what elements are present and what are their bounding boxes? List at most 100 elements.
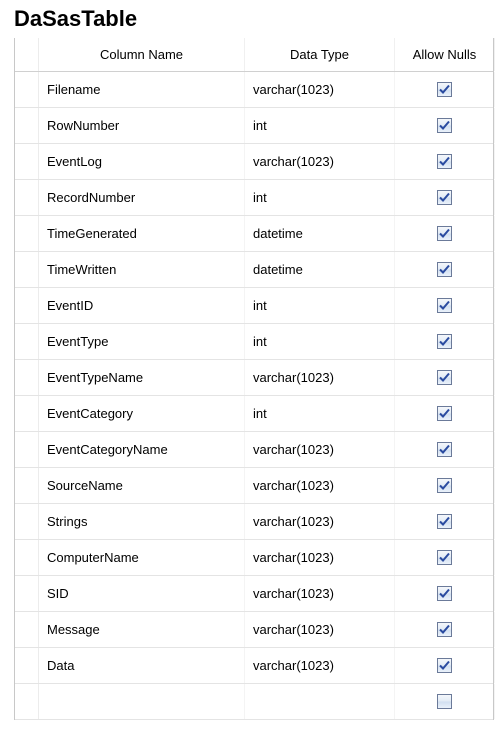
allow-nulls-cell[interactable] — [395, 144, 495, 179]
table-row[interactable]: SIDvarchar(1023) — [15, 576, 493, 612]
column-name-cell[interactable]: ComputerName — [39, 540, 245, 575]
allow-nulls-cell[interactable] — [395, 108, 495, 143]
column-name-cell[interactable]: EventID — [39, 288, 245, 323]
table-row[interactable]: EventCategoryint — [15, 396, 493, 432]
row-gutter[interactable] — [15, 540, 39, 575]
column-name-cell[interactable]: SourceName — [39, 468, 245, 503]
row-gutter[interactable] — [15, 72, 39, 107]
row-gutter[interactable] — [15, 144, 39, 179]
allow-nulls-checkbox[interactable] — [437, 514, 452, 529]
allow-nulls-checkbox[interactable] — [437, 118, 452, 133]
allow-nulls-checkbox[interactable] — [437, 226, 452, 241]
allow-nulls-checkbox[interactable] — [437, 442, 452, 457]
allow-nulls-checkbox[interactable] — [437, 334, 452, 349]
column-name-cell[interactable]: EventType — [39, 324, 245, 359]
row-gutter[interactable] — [15, 612, 39, 647]
table-row[interactable]: EventLogvarchar(1023) — [15, 144, 493, 180]
data-type-cell[interactable]: datetime — [245, 216, 395, 251]
row-gutter[interactable] — [15, 108, 39, 143]
column-name-cell[interactable]: Filename — [39, 72, 245, 107]
data-type-cell[interactable]: int — [245, 324, 395, 359]
allow-nulls-checkbox[interactable] — [437, 694, 452, 709]
table-row[interactable]: EventTypeNamevarchar(1023) — [15, 360, 493, 396]
row-gutter[interactable] — [15, 648, 39, 683]
table-row[interactable]: Filenamevarchar(1023) — [15, 72, 493, 108]
column-name-cell[interactable]: TimeGenerated — [39, 216, 245, 251]
row-gutter[interactable] — [15, 288, 39, 323]
table-row[interactable]: ComputerNamevarchar(1023) — [15, 540, 493, 576]
allow-nulls-cell[interactable] — [395, 540, 495, 575]
allow-nulls-cell[interactable] — [395, 468, 495, 503]
row-gutter[interactable] — [15, 468, 39, 503]
grid-header-column-name[interactable]: Column Name — [39, 38, 245, 71]
table-row[interactable]: SourceNamevarchar(1023) — [15, 468, 493, 504]
allow-nulls-checkbox[interactable] — [437, 622, 452, 637]
allow-nulls-cell[interactable] — [395, 360, 495, 395]
data-type-cell[interactable]: datetime — [245, 252, 395, 287]
table-row[interactable]: EventCategoryNamevarchar(1023) — [15, 432, 493, 468]
column-name-cell[interactable]: EventCategory — [39, 396, 245, 431]
allow-nulls-checkbox[interactable] — [437, 586, 452, 601]
column-name-cell[interactable]: RecordNumber — [39, 180, 245, 215]
allow-nulls-cell[interactable] — [395, 684, 495, 719]
allow-nulls-cell[interactable] — [395, 324, 495, 359]
column-name-cell[interactable]: TimeWritten — [39, 252, 245, 287]
column-name-cell[interactable]: EventTypeName — [39, 360, 245, 395]
table-row[interactable]: Datavarchar(1023) — [15, 648, 493, 684]
allow-nulls-cell[interactable] — [395, 288, 495, 323]
table-row[interactable]: TimeGenerateddatetime — [15, 216, 493, 252]
column-name-cell[interactable]: Message — [39, 612, 245, 647]
grid-header-allow-nulls[interactable]: Allow Nulls — [395, 38, 495, 71]
column-name-cell[interactable]: SID — [39, 576, 245, 611]
allow-nulls-cell[interactable] — [395, 504, 495, 539]
table-row[interactable]: Messagevarchar(1023) — [15, 612, 493, 648]
row-gutter[interactable] — [15, 504, 39, 539]
data-type-cell[interactable]: varchar(1023) — [245, 612, 395, 647]
allow-nulls-cell[interactable] — [395, 648, 495, 683]
data-type-cell[interactable]: varchar(1023) — [245, 72, 395, 107]
row-gutter[interactable] — [15, 252, 39, 287]
allow-nulls-cell[interactable] — [395, 432, 495, 467]
data-type-cell[interactable]: int — [245, 288, 395, 323]
table-row[interactable]: EventIDint — [15, 288, 493, 324]
allow-nulls-checkbox[interactable] — [437, 82, 452, 97]
data-type-cell[interactable]: int — [245, 108, 395, 143]
allow-nulls-checkbox[interactable] — [437, 370, 452, 385]
row-gutter[interactable] — [15, 576, 39, 611]
row-gutter[interactable] — [15, 684, 39, 719]
table-row[interactable]: EventTypeint — [15, 324, 493, 360]
table-row[interactable]: RowNumberint — [15, 108, 493, 144]
grid-header-data-type[interactable]: Data Type — [245, 38, 395, 71]
allow-nulls-checkbox[interactable] — [437, 658, 452, 673]
table-row[interactable] — [15, 684, 493, 720]
row-gutter[interactable] — [15, 432, 39, 467]
allow-nulls-checkbox[interactable] — [437, 298, 452, 313]
data-type-cell[interactable]: varchar(1023) — [245, 360, 395, 395]
row-gutter[interactable] — [15, 180, 39, 215]
allow-nulls-checkbox[interactable] — [437, 262, 452, 277]
allow-nulls-cell[interactable] — [395, 252, 495, 287]
allow-nulls-checkbox[interactable] — [437, 478, 452, 493]
column-name-cell[interactable]: EventLog — [39, 144, 245, 179]
data-type-cell[interactable]: varchar(1023) — [245, 648, 395, 683]
allow-nulls-checkbox[interactable] — [437, 550, 452, 565]
allow-nulls-cell[interactable] — [395, 396, 495, 431]
allow-nulls-checkbox[interactable] — [437, 154, 452, 169]
table-row[interactable]: RecordNumberint — [15, 180, 493, 216]
allow-nulls-cell[interactable] — [395, 180, 495, 215]
row-gutter[interactable] — [15, 396, 39, 431]
table-row[interactable]: TimeWrittendatetime — [15, 252, 493, 288]
row-gutter[interactable] — [15, 216, 39, 251]
data-type-cell[interactable]: varchar(1023) — [245, 432, 395, 467]
data-type-cell[interactable]: varchar(1023) — [245, 576, 395, 611]
data-type-cell[interactable]: varchar(1023) — [245, 504, 395, 539]
column-name-cell[interactable]: RowNumber — [39, 108, 245, 143]
allow-nulls-cell[interactable] — [395, 576, 495, 611]
row-gutter[interactable] — [15, 324, 39, 359]
column-name-cell[interactable] — [39, 684, 245, 719]
allow-nulls-checkbox[interactable] — [437, 406, 452, 421]
data-type-cell[interactable] — [245, 684, 395, 719]
data-type-cell[interactable]: int — [245, 396, 395, 431]
allow-nulls-cell[interactable] — [395, 72, 495, 107]
data-type-cell[interactable]: varchar(1023) — [245, 144, 395, 179]
